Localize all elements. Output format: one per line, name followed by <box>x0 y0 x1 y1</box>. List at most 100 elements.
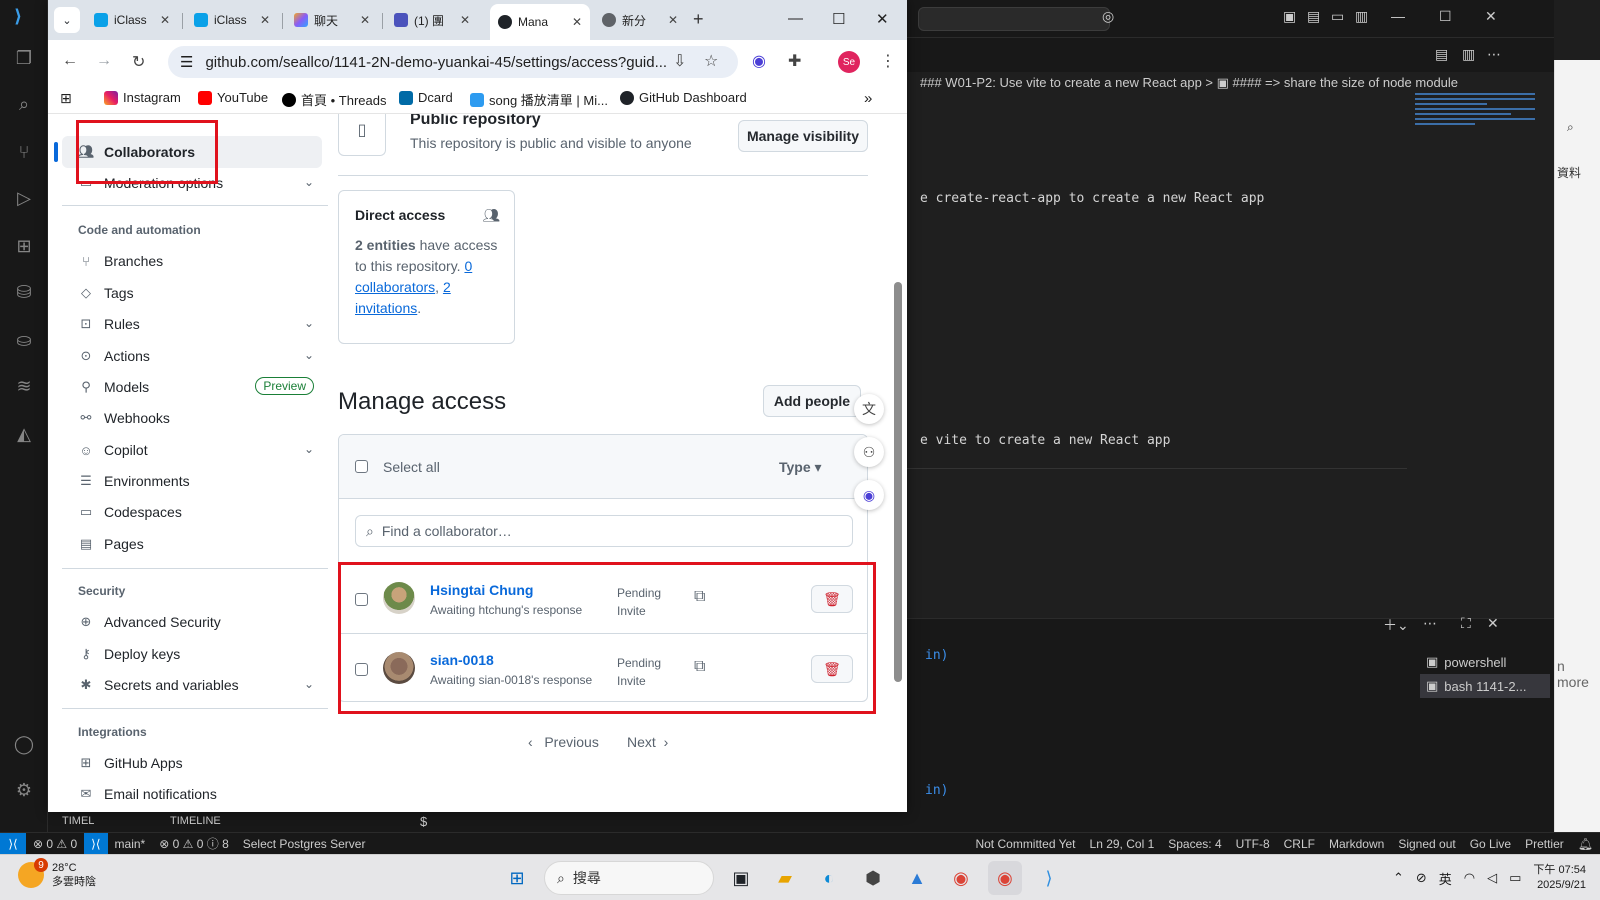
explorer-icon[interactable]: ❐ <box>12 46 36 70</box>
close-panel-icon[interactable]: ✕ <box>1487 615 1499 632</box>
translate-icon[interactable]: 文 <box>854 394 884 424</box>
bookmark-youtube[interactable]: YouTube <box>198 90 268 105</box>
more-actions-icon[interactable]: ⋯ <box>1487 46 1501 63</box>
status-eol[interactable]: CRLF <box>1277 837 1322 851</box>
vscode-command-center[interactable] <box>918 7 1110 31</box>
task-view-icon[interactable]: ▣ <box>724 861 758 895</box>
sidebar-item-github-apps[interactable]: ⊞ GitHub Apps <box>62 747 322 779</box>
sidebar-item-pages[interactable]: ▤ Pages <box>62 528 322 560</box>
sidebar-item-environments[interactable]: ☰ Environments <box>62 465 322 497</box>
sidebar-item-rules[interactable]: ⊡ Rules ⌄ <box>62 308 322 340</box>
terminal-more-icon[interactable]: ⋯ <box>1423 615 1437 632</box>
reload-icon[interactable]: ↻ <box>132 52 145 72</box>
tab-chat[interactable]: 聊天 ✕ <box>286 6 378 34</box>
maximize-panel-icon[interactable]: ⛶ <box>1461 615 1471 632</box>
extensions-icon[interactable]: ⊞ <box>12 234 36 258</box>
chrome-profile-icon[interactable]: ◉ <box>988 861 1022 895</box>
account-icon[interactable]: ◯ <box>12 732 36 756</box>
install-app-icon[interactable]: ⇩ <box>673 51 686 71</box>
remote-indicator-icon[interactable]: ⟩⟨ <box>84 832 108 855</box>
edge-icon[interactable]: ◐ <box>812 861 846 895</box>
split-editor-icon[interactable]: ▥ <box>1462 46 1475 63</box>
previous-page-button[interactable]: ‹ Previous <box>528 734 599 750</box>
minimize-icon[interactable]: — <box>1391 8 1405 24</box>
close-icon[interactable]: ✕ <box>876 10 889 28</box>
sidebar-item-email-notifications[interactable]: ✉ Email notifications <box>62 778 322 810</box>
wifi-icon[interactable]: ◠ <box>1464 870 1475 886</box>
taskbar-search[interactable]: ⌕ 搜尋 <box>544 861 714 895</box>
new-terminal-icon[interactable]: ＋⌄ <box>1383 615 1409 635</box>
copilot-icon[interactable]: ◎ <box>1102 8 1114 25</box>
status-postgres[interactable]: Select Postgres Server <box>236 837 373 851</box>
timeline-label[interactable]: TIMELINE <box>170 815 221 827</box>
triangle-icon[interactable]: ◭ <box>12 422 36 446</box>
status-signed-out[interactable]: Signed out <box>1391 837 1462 851</box>
app-photos-icon[interactable]: ▲ <box>900 861 934 895</box>
search-icon[interactable]: ⌕ <box>12 92 36 116</box>
sidebar-item-codespaces[interactable]: ▭ Codespaces <box>62 496 322 528</box>
maximize-icon[interactable]: ☐ <box>1439 8 1452 25</box>
status-problems[interactable]: ⊗ 0 ⚠ 0 ⓘ 8 <box>152 835 236 852</box>
panel-toggle-icon[interactable]: ▭ <box>1331 8 1344 25</box>
type-filter[interactable]: Type ▾ <box>779 459 822 476</box>
weather-widget[interactable]: 9 28°C 多雲時陰 <box>18 858 96 889</box>
tab-iclass-1[interactable]: iClass ✕ <box>86 6 178 34</box>
status-encoding[interactable]: UTF-8 <box>1229 837 1277 851</box>
more-bookmarks-icon[interactable]: » <box>864 90 872 107</box>
sidebar-toggle-icon[interactable]: ▤ <box>1307 8 1320 25</box>
sidebar-item-webhooks[interactable]: ⚯ Webhooks <box>62 402 322 434</box>
settings-gear-icon[interactable]: ⚙ <box>12 778 36 802</box>
chevron-up-icon[interactable]: ⌃ <box>1393 870 1404 886</box>
close-tab-icon[interactable]: ✕ <box>668 13 678 27</box>
database2-icon[interactable]: ⛀ <box>12 328 36 352</box>
close-tab-icon[interactable]: ✕ <box>572 15 582 29</box>
sidebar-item-advanced-security[interactable]: ⊕ Advanced Security <box>62 606 322 638</box>
run-debug-icon[interactable]: ▷ <box>12 186 36 210</box>
tab-new[interactable]: 新分 ✕ <box>594 6 686 34</box>
bookmark-github-dashboard[interactable]: GitHub Dashboard <box>620 90 747 105</box>
ai-tools-icon[interactable]: ⚇ <box>854 437 884 467</box>
vscode-taskbar-icon[interactable]: ⟩ <box>1032 861 1066 895</box>
page-scrollbar[interactable] <box>894 122 902 792</box>
battery-icon[interactable]: ▭ <box>1509 870 1521 886</box>
status-errors[interactable]: ⊗ 0 ⚠ 0 <box>26 837 84 851</box>
sidebar-item-secrets[interactable]: ✱ Secrets and variables ⌄ <box>62 669 322 701</box>
assistant-face-icon[interactable]: ◉ <box>854 480 884 510</box>
sidebar-item-tags[interactable]: ◇ Tags <box>62 277 322 309</box>
status-branch[interactable]: main* <box>108 837 153 851</box>
extensions-puzzle-icon[interactable]: ✚ <box>788 51 801 71</box>
chrome-menu-icon[interactable]: ⋮ <box>880 51 896 71</box>
forward-arrow-icon[interactable]: → <box>96 52 112 70</box>
status-prettier[interactable]: Prettier <box>1518 837 1571 851</box>
minimize-icon[interactable]: — <box>788 10 803 27</box>
open-preview-icon[interactable]: ▤ <box>1435 46 1448 63</box>
volume-icon[interactable]: ◁ <box>1487 870 1497 886</box>
source-control-icon[interactable]: ⑂ <box>12 140 36 164</box>
close-tab-icon[interactable]: ✕ <box>260 13 270 27</box>
timeline-label[interactable]: TIMEL <box>62 815 94 827</box>
status-go-live[interactable]: Go Live <box>1463 837 1518 851</box>
tab-github-manage-access[interactable]: Mana ✕ <box>490 4 590 40</box>
close-tab-icon[interactable]: ✕ <box>360 13 370 27</box>
tab-search-dropdown-icon[interactable]: ⌄ <box>54 7 80 33</box>
status-spaces[interactable]: Spaces: 4 <box>1161 837 1228 851</box>
manage-visibility-button[interactable]: Manage visibility <box>738 120 868 152</box>
network-off-icon[interactable]: ⊘ <box>1416 870 1427 886</box>
terminal-item-powershell[interactable]: ▣ powershell <box>1420 650 1550 674</box>
secondary-sidebar-icon[interactable]: ▥ <box>1355 8 1368 25</box>
tab-iclass-2[interactable]: iClass ✕ <box>186 6 278 34</box>
remote-icon[interactable]: ⟩⟨ <box>0 832 26 855</box>
sidebar-item-actions[interactable]: ⊙ Actions ⌄ <box>62 340 322 372</box>
close-icon[interactable]: ✕ <box>1485 8 1497 25</box>
layers-icon[interactable]: ≋ <box>12 374 36 398</box>
bookmark-dcard[interactable]: Dcard <box>399 90 453 105</box>
extension-face-icon[interactable]: ◉ <box>752 51 766 71</box>
find-collaborator-input[interactable]: ⌕ Find a collaborator… <box>355 515 853 547</box>
scrollbar-thumb[interactable] <box>894 282 902 682</box>
select-all-checkbox[interactable] <box>355 460 368 473</box>
layout-icon[interactable]: ▣ <box>1283 8 1296 25</box>
clock[interactable]: 下午 07:54 2025/9/21 <box>1533 863 1586 893</box>
file-explorer-icon[interactable]: ▰ <box>768 861 802 895</box>
sidebar-item-deploy-keys[interactable]: ⚷ Deploy keys <box>62 638 322 670</box>
bookmark-threads[interactable]: 首頁 • Threads <box>282 90 386 109</box>
